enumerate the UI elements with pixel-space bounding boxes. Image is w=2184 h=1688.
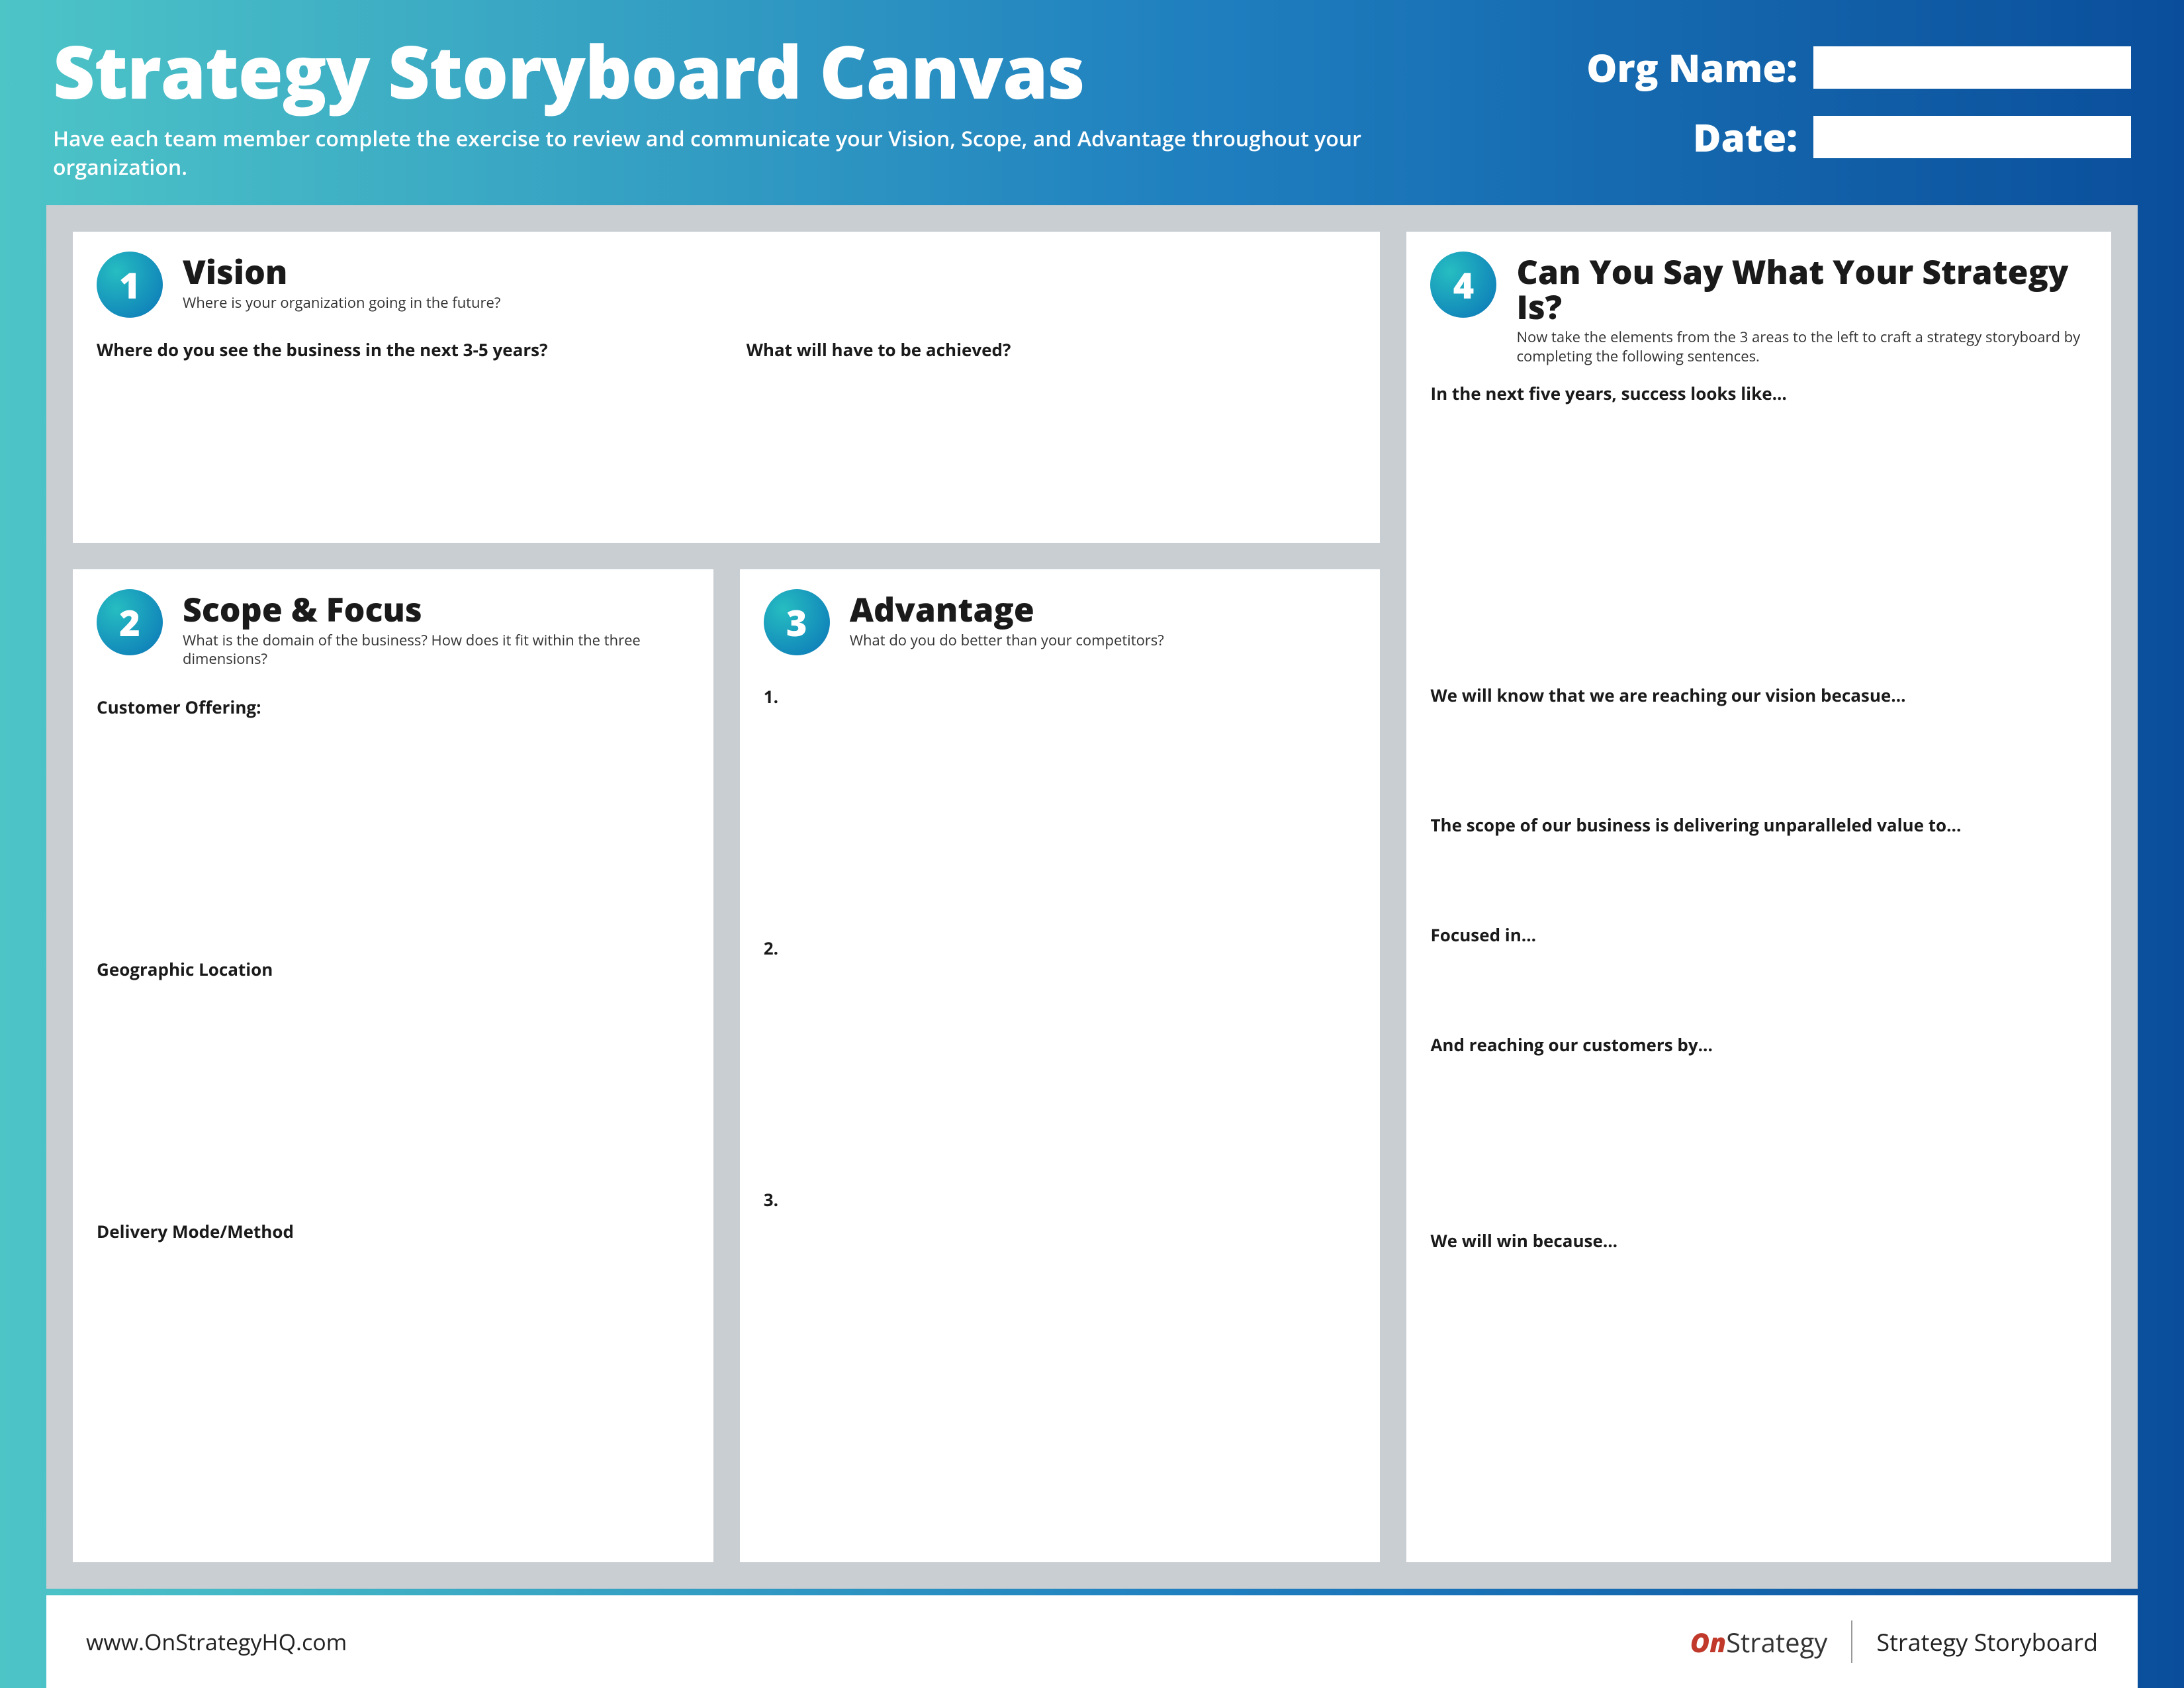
logo-rest: Strategy: [1726, 1624, 1827, 1660]
date-row: Date:: [1586, 111, 2131, 163]
vision-badge: 1: [97, 252, 163, 318]
advantage-item-1: 1.: [764, 684, 1357, 708]
strategy-title: Can You Say What Your Strategy Is?: [1516, 254, 2087, 324]
strategy-gap-4: [1430, 947, 2087, 1033]
strategy-p3: The scope of our business is delivering …: [1430, 813, 2087, 837]
vision-q2: What will have to be achieved?: [747, 338, 1357, 361]
page-subtitle: Have each team member complete the exerc…: [53, 124, 1377, 181]
vision-titleblock: Vision Where is your organization going …: [183, 252, 500, 312]
onstrategy-logo: OnStrategy: [1690, 1624, 1828, 1660]
advantage-titleblock: Advantage What do you do better than you…: [850, 589, 1164, 649]
vision-columns: Where do you see the business in the nex…: [97, 334, 1356, 361]
strategy-gap-5: [1430, 1056, 2087, 1229]
advantage-space-1: [764, 708, 1357, 907]
scope-space-2: [97, 981, 690, 1193]
strategy-head: 4 Can You Say What Your Strategy Is? Now…: [1430, 252, 2087, 365]
scope-p3: Delivery Mode/Method: [97, 1219, 690, 1243]
scope-p2: Geographic Location: [97, 957, 690, 981]
vision-cell: 1 Vision Where is your organization goin…: [73, 232, 1380, 543]
page: Strategy Storyboard Canvas Have each tea…: [0, 0, 2184, 1688]
date-label: Date:: [1693, 111, 1797, 163]
canvas-grid: 1 Vision Where is your organization goin…: [73, 232, 2111, 1562]
scope-title: Scope & Focus: [183, 592, 690, 627]
logo-on: On: [1690, 1624, 1726, 1660]
scope-head: 2 Scope & Focus What is the domain of th…: [97, 589, 690, 669]
scope-space-1: [97, 719, 690, 931]
date-input[interactable]: [1813, 116, 2131, 158]
vision-head: 1 Vision Where is your organization goin…: [97, 252, 1356, 318]
strategy-p2: We will know that we are reaching our vi…: [1430, 683, 2087, 707]
scope-badge: 2: [97, 589, 163, 655]
strategy-p5: And reaching our customers by...: [1430, 1033, 2087, 1056]
footer: www.OnStrategyHQ.com OnStrategy Strategy…: [46, 1595, 2138, 1688]
strategy-gap-2: [1430, 707, 2087, 813]
advantage-cell: 3 Advantage What do you do better than y…: [740, 569, 1381, 1562]
advantage-item-2: 2.: [764, 936, 1357, 960]
scope-p1: Customer Offering:: [97, 695, 690, 719]
strategy-gap-1: [1430, 405, 2087, 683]
vision-subtitle: Where is your organization going in the …: [183, 293, 500, 312]
header: Strategy Storyboard Canvas Have each tea…: [0, 0, 2184, 201]
strategy-gap-3: [1430, 837, 2087, 923]
strategy-p1: In the next five years, success looks li…: [1430, 381, 2087, 405]
vision-title: Vision: [183, 254, 500, 289]
org-name-input[interactable]: [1813, 46, 2131, 89]
header-right: Org Name: Date:: [1586, 33, 2131, 180]
vision-col-2: What will have to be achieved?: [747, 334, 1357, 361]
advantage-head: 3 Advantage What do you do better than y…: [764, 589, 1357, 655]
footer-doc-name: Strategy Storyboard: [1876, 1626, 2098, 1658]
header-left: Strategy Storyboard Canvas Have each tea…: [53, 33, 1377, 181]
scope-titleblock: Scope & Focus What is the domain of the …: [183, 589, 690, 669]
strategy-p4: Focused in...: [1430, 923, 2087, 947]
advantage-badge: 3: [764, 589, 830, 655]
page-title: Strategy Storyboard Canvas: [53, 33, 1377, 110]
strategy-titleblock: Can You Say What Your Strategy Is? Now t…: [1516, 252, 2087, 365]
strategy-badge: 4: [1430, 252, 1496, 318]
strategy-subtitle: Now take the elements from the 3 areas t…: [1516, 328, 2087, 365]
advantage-subtitle: What do you do better than your competit…: [850, 631, 1164, 650]
advantage-item-3: 3.: [764, 1188, 1357, 1211]
footer-right: OnStrategy Strategy Storyboard: [1690, 1620, 2098, 1663]
advantage-title: Advantage: [850, 592, 1164, 627]
scope-subtitle: What is the domain of the business? How …: [183, 631, 690, 669]
footer-divider: [1851, 1620, 1852, 1663]
advantage-space-2: [764, 960, 1357, 1158]
scope-cell: 2 Scope & Focus What is the domain of th…: [73, 569, 713, 1562]
strategy-cell: 4 Can You Say What Your Strategy Is? Now…: [1406, 232, 2111, 1562]
strategy-p6: We will win because...: [1430, 1229, 2087, 1252]
footer-url: www.OnStrategyHQ.com: [86, 1626, 347, 1657]
canvas: 1 Vision Where is your organization goin…: [46, 205, 2138, 1589]
org-name-row: Org Name:: [1586, 41, 2131, 93]
advantage-list: 1. 2. 3.: [764, 684, 1357, 1211]
vision-col-1: Where do you see the business in the nex…: [97, 334, 707, 361]
org-name-label: Org Name:: [1586, 41, 1797, 93]
vision-q1: Where do you see the business in the nex…: [97, 338, 707, 361]
